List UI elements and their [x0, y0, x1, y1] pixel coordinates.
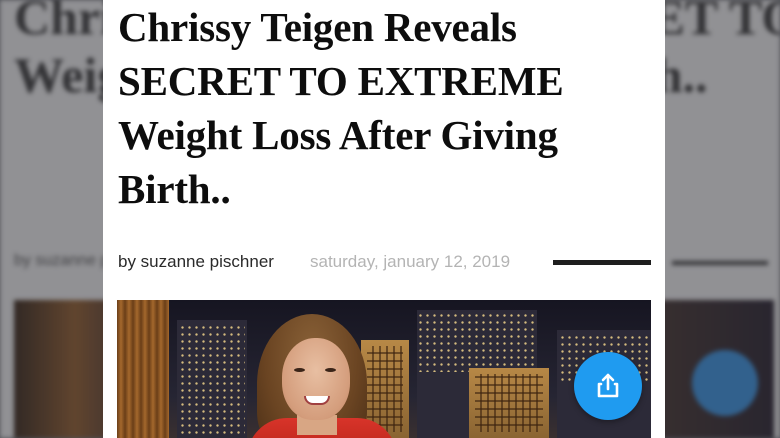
photo-tower	[469, 368, 549, 438]
photo-city-lights	[417, 312, 537, 372]
article-date: saturday, january 12, 2019	[310, 252, 511, 271]
share-button[interactable]	[574, 352, 642, 420]
byline-divider	[553, 260, 651, 265]
article-author[interactable]: by suzanne pischner	[118, 252, 274, 272]
photo-city-lights	[179, 324, 245, 434]
share-icon	[594, 372, 622, 400]
article-headline: Chrissy Teigen Reveals SECRET TO EXTREME…	[118, 4, 564, 212]
photo-person-face	[282, 338, 350, 420]
article-card: Chrissy Teigen Reveals SECRET TO EXTREME…	[103, 0, 665, 438]
photo-person-eye	[294, 368, 305, 372]
photo-person-eye	[325, 368, 336, 372]
article-hero-image[interactable]	[117, 300, 651, 438]
photo-left-pillar	[117, 300, 169, 438]
